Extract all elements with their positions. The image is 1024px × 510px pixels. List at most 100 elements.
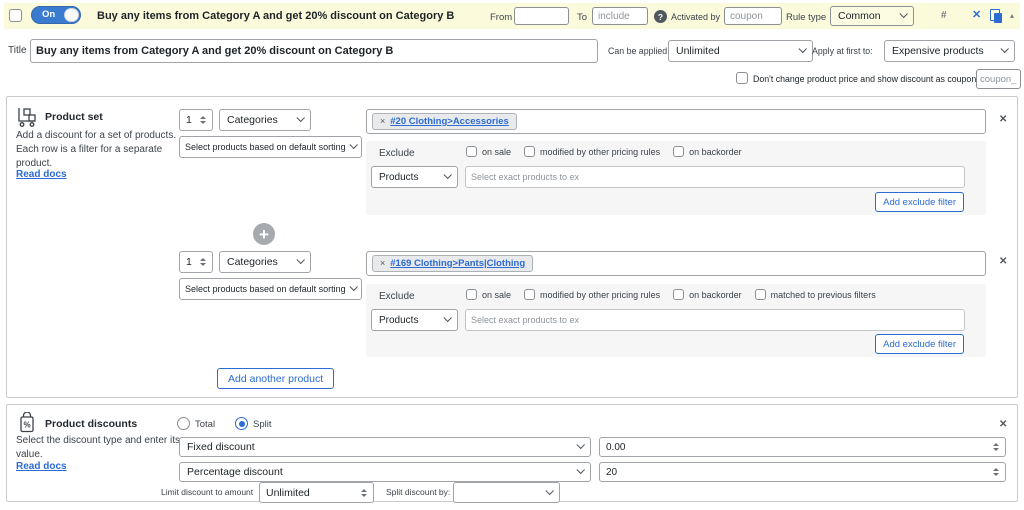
- stepper-icon: [200, 116, 206, 124]
- chip-remove-icon[interactable]: ×: [380, 116, 385, 127]
- rule-select-checkbox[interactable]: [9, 9, 22, 22]
- discount-total-label: Total: [195, 419, 216, 430]
- exclude-options: on sale modified by other pricing rules …: [466, 146, 742, 157]
- add-row-plus-button[interactable]: +: [253, 223, 275, 245]
- chevron-down-icon: [798, 44, 807, 54]
- discount-type-select-2[interactable]: Percentage discount: [179, 462, 591, 482]
- row2-exclude-products-input[interactable]: [465, 309, 965, 331]
- checkbox[interactable]: [524, 289, 536, 300]
- discount-type-select-1[interactable]: Fixed discount: [179, 437, 591, 457]
- row1-remove-icon[interactable]: ✕: [999, 114, 1007, 125]
- rule-title-text: Buy any items from Category A and get 20…: [97, 10, 455, 22]
- row1-categories-input[interactable]: × #20 Clothing>Accessories: [366, 109, 986, 134]
- chip-label[interactable]: #20 Clothing>Accessories: [390, 116, 509, 127]
- product-set-read-docs-link[interactable]: Read docs: [16, 169, 67, 180]
- from-input[interactable]: [514, 7, 569, 25]
- limit-discount-input[interactable]: Unlimited: [259, 482, 374, 503]
- chevron-down-icon: [576, 440, 585, 450]
- checkbox[interactable]: [754, 289, 766, 300]
- checkbox[interactable]: [673, 289, 685, 300]
- discount-split-radio[interactable]: [235, 417, 248, 430]
- rule-type-select[interactable]: Common: [830, 6, 914, 26]
- rule-id-icon[interactable]: #: [941, 10, 947, 21]
- rule-on-toggle[interactable]: On: [31, 6, 81, 24]
- exclude-on-sale[interactable]: on sale: [466, 146, 511, 157]
- chevron-down-icon: [899, 9, 908, 19]
- chevron-down-icon: [349, 140, 358, 150]
- discount-value-input-2[interactable]: 20: [599, 462, 1006, 482]
- product-set-title: Product set: [45, 111, 103, 123]
- row1-exclude-type-select[interactable]: Products: [371, 166, 458, 188]
- chip-label[interactable]: #169 Clothing>Pants|Clothing: [390, 258, 525, 269]
- discount-total-radio[interactable]: [177, 417, 190, 430]
- apply-at-first-select[interactable]: Expensive products: [884, 40, 1015, 62]
- chip-remove-icon[interactable]: ×: [380, 258, 385, 269]
- stepper-icon: [361, 488, 367, 497]
- chevron-down-icon: [296, 113, 305, 123]
- row1-qty-stepper[interactable]: 1: [179, 109, 213, 131]
- row1-filter-type-select[interactable]: Categories: [219, 109, 311, 131]
- add-another-product-button[interactable]: Add another product: [217, 368, 335, 389]
- exclude-backorder[interactable]: on backorder: [673, 289, 742, 300]
- stepper-icon: [993, 443, 999, 451]
- duplicate-rule-icon[interactable]: [990, 9, 1003, 23]
- activated-by-label: Activated by: [671, 12, 721, 22]
- title-label: Title: [8, 45, 27, 56]
- show-as-coupon-checkbox[interactable]: [736, 72, 748, 84]
- help-icon[interactable]: ?: [654, 10, 667, 23]
- row1-add-exclude-filter-button[interactable]: Add exclude filter: [875, 192, 964, 212]
- exclude-label: Exclude: [379, 291, 415, 302]
- toggle-knob: [64, 8, 79, 22]
- exclude-modified[interactable]: modified by other pricing rules: [524, 289, 660, 300]
- chevron-down-icon: [545, 486, 554, 495]
- row1-exclude-products-input[interactable]: [465, 166, 965, 188]
- discounts-remove-icon[interactable]: ✕: [999, 419, 1007, 430]
- checkbox[interactable]: [466, 146, 477, 157]
- limit-discount-label: Limit discount to amount: [161, 487, 254, 497]
- product-discounts-description: Select the discount type and enter its v…: [16, 435, 180, 460]
- row2-sorting-select[interactable]: Select products based on default sorting: [179, 278, 362, 300]
- collapse-rule-icon[interactable]: ▴: [1010, 11, 1014, 20]
- to-input[interactable]: [592, 7, 648, 25]
- row2-exclude-type-select[interactable]: Products: [371, 309, 458, 331]
- from-label: From: [490, 12, 513, 23]
- row1-category-chip[interactable]: × #20 Clothing>Accessories: [372, 112, 517, 131]
- chevron-down-icon: [443, 170, 452, 180]
- exclude-options: on sale modified by other pricing rules …: [466, 289, 876, 300]
- chevron-down-icon: [349, 282, 358, 292]
- product-discounts-read-docs-link[interactable]: Read docs: [16, 461, 67, 472]
- discount-value-input-1[interactable]: 0.00: [599, 437, 1006, 457]
- stepper-icon: [993, 468, 999, 476]
- svg-text:%: %: [23, 421, 30, 430]
- can-be-applied-label: Can be applied: [608, 46, 668, 56]
- row2-qty-stepper[interactable]: 1: [179, 251, 213, 273]
- checkbox[interactable]: [524, 146, 536, 157]
- rule-title-input[interactable]: [30, 39, 598, 63]
- exclude-matched-previous[interactable]: matched to previous filters: [754, 289, 876, 300]
- activated-by-input[interactable]: [724, 7, 782, 25]
- chevron-down-icon: [443, 313, 452, 323]
- row2-category-chip[interactable]: × #169 Clothing>Pants|Clothing: [372, 254, 534, 273]
- checkbox[interactable]: [466, 289, 477, 300]
- split-discount-by-select[interactable]: [453, 482, 560, 503]
- row2-exclude-panel: Exclude on sale modified by other pricin…: [366, 284, 986, 357]
- can-be-applied-select[interactable]: Unlimited: [668, 40, 813, 62]
- rule-type-label: Rule type: [786, 12, 827, 23]
- row1-sorting-select[interactable]: Select products based on default sorting: [179, 136, 362, 158]
- exclude-modified[interactable]: modified by other pricing rules: [524, 146, 660, 157]
- coupon-name-input[interactable]: [976, 69, 1021, 89]
- delete-rule-icon[interactable]: ✕: [972, 8, 981, 21]
- row2-add-exclude-filter-button[interactable]: Add exclude filter: [875, 334, 964, 354]
- discount-split-label: Split: [253, 419, 272, 430]
- pricing-rule-editor: On Buy any items from Category A and get…: [0, 0, 1024, 510]
- row2-filter-type-select[interactable]: Categories: [219, 251, 311, 273]
- product-discounts-title: Product discounts: [45, 418, 138, 430]
- checkbox[interactable]: [673, 146, 685, 157]
- exclude-on-sale[interactable]: on sale: [466, 289, 511, 300]
- apply-at-first-label: Apply at first to:: [812, 46, 873, 56]
- exclude-backorder[interactable]: on backorder: [673, 146, 742, 157]
- row2-categories-input[interactable]: × #169 Clothing>Pants|Clothing: [366, 251, 986, 276]
- product-set-description: Add a discount for a set of products. Ea…: [16, 130, 177, 169]
- rule-header-bar: On Buy any items from Category A and get…: [4, 3, 1020, 29]
- row2-remove-icon[interactable]: ✕: [999, 256, 1007, 267]
